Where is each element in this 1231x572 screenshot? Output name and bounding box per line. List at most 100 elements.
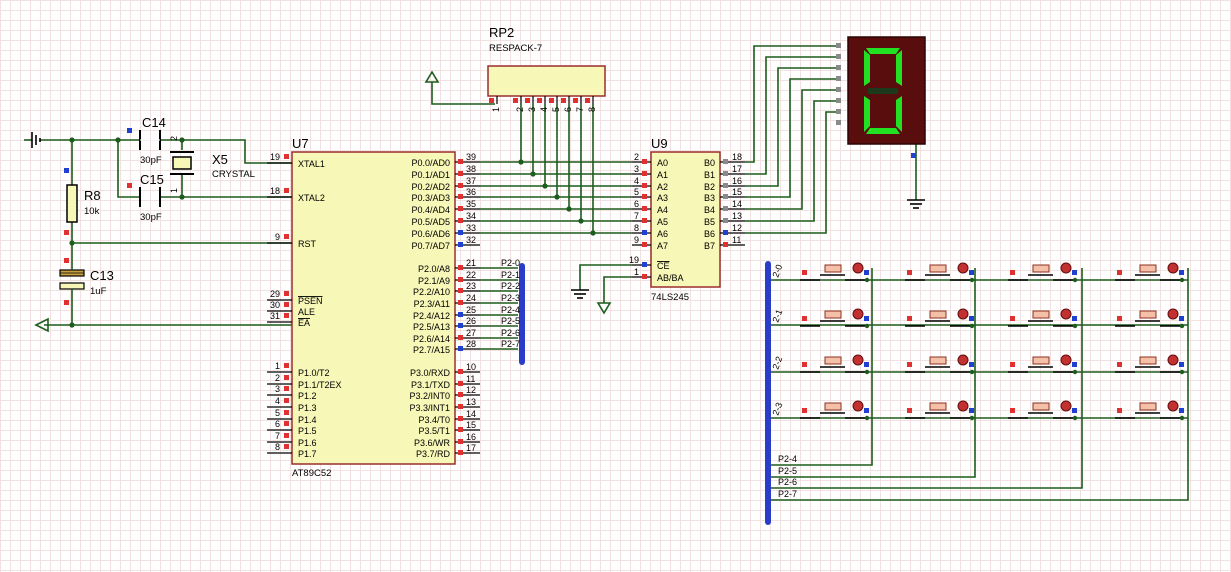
segment-c (896, 96, 902, 132)
u7-pin-number: 31 (270, 311, 280, 321)
p2-bus-label: P2-3 (501, 293, 520, 303)
u7-pin-name: P0.4/AD4 (411, 205, 450, 215)
keypad-button-cap (1060, 400, 1072, 412)
u7-pin-name: XTAL2 (298, 193, 325, 203)
u9-pin-marker (642, 230, 647, 235)
c13-capacitor[interactable]: C13 1uF (59, 268, 114, 297)
u7-pin-name: EA (298, 318, 310, 328)
u7-pin-number: 11 (466, 374, 475, 384)
u7-pin-number: 6 (275, 419, 280, 429)
u7-pin-name: PSEN (298, 296, 323, 306)
u7-pin-name: P0.3/AD3 (411, 193, 450, 203)
u9-pin-marker (723, 183, 728, 188)
u7-pin-name: P1.6 (298, 438, 317, 448)
u7-pin-name: P3.2/INT0 (409, 391, 450, 401)
c15-ref: C15 (140, 172, 164, 187)
u9-pin-name: A7 (657, 241, 668, 251)
u9-pin-marker (723, 159, 728, 164)
u7-pin-name: P0.1/AD1 (411, 170, 450, 180)
c13-value: 1uF (90, 286, 107, 297)
u7-pin-marker (284, 363, 289, 368)
power-arrow-rp2 (424, 70, 440, 83)
display-pins (836, 43, 841, 125)
r8-resistor[interactable]: R8 10k (66, 184, 101, 223)
u9-pin-name: B4 (704, 205, 715, 215)
u9-pin-number: 18 (732, 152, 742, 162)
rp2-pin-marker (549, 98, 554, 103)
rp2-pin-marker (561, 98, 566, 103)
u9-pin-name: A2 (657, 182, 668, 192)
u7-pin-marker (458, 277, 463, 282)
keypad-row-label: 2-1 (770, 308, 784, 324)
u7-pin-name: P2.0/A8 (418, 264, 450, 274)
u7-pin-marker (284, 375, 289, 380)
keypad-button-cap (852, 262, 864, 274)
x5-pin2: 2 (169, 136, 179, 141)
display-pin (836, 109, 841, 114)
u9-pin-marker (642, 206, 647, 211)
u7-pin-marker (284, 234, 289, 239)
u7-pin-number: 5 (275, 408, 280, 418)
x5-pin1: 1 (169, 188, 179, 193)
u7-pin-number: 10 (466, 362, 476, 372)
u7-pin-number: 29 (270, 289, 280, 299)
u7-pin-marker (458, 404, 463, 409)
c14-value: 30pF (140, 155, 162, 166)
u7-pin-marker (284, 302, 289, 307)
u7-pin-number: 16 (466, 432, 476, 442)
r8-ref: R8 (84, 188, 101, 203)
rp2-pin-marker (525, 98, 530, 103)
u9-pin-name: B7 (704, 241, 715, 251)
u9-pin-number: 11 (732, 235, 741, 245)
rp2-pin-marker (489, 98, 494, 103)
u7-pin-marker (458, 159, 463, 164)
segment-e (864, 96, 870, 132)
u9-pin-number: 9 (634, 235, 639, 245)
u7-pin-number: 9 (275, 232, 280, 242)
u9-pin-number: 3 (634, 164, 639, 174)
u9-pin-number: 4 (634, 176, 639, 186)
u7-pin-number: 12 (466, 385, 476, 395)
u7-pin-number: 7 (275, 431, 280, 441)
u9-pin-marker (642, 194, 647, 199)
keypad-4x4[interactable] (800, 262, 1185, 421)
u9-pin-name: B0 (704, 158, 715, 168)
u7-part: AT89C52 (292, 468, 331, 479)
u9-pin-number: 7 (634, 211, 639, 221)
u9-pin-number: 8 (634, 223, 639, 233)
display-pin (836, 98, 841, 103)
keypad-row-label: 2-3 (770, 401, 784, 417)
u7-pin-name: P0.0/AD0 (411, 158, 450, 168)
u9-ref: U9 (651, 136, 668, 151)
u9-pin-number: 17 (732, 164, 742, 174)
ground-arrow-dir (596, 302, 612, 315)
u9-pin-name: B5 (704, 217, 715, 227)
u9-pin-name: A5 (657, 217, 668, 227)
u9-bus-transceiver[interactable]: U9 74LS245 2 A0 3 A1 4 A2 5 A3 6 A4 7 A5 8 A6 9 A7 19 CE 1… (629, 136, 745, 303)
u7-pin-name: P1.4 (298, 415, 317, 425)
rp2-pin-number: 4 (539, 107, 549, 112)
display-pin (836, 65, 841, 70)
u7-pin-number: 24 (466, 293, 476, 303)
u7-pin-marker (284, 386, 289, 391)
u7-pin-number: 15 (466, 420, 476, 430)
u9-pin-name: B6 (704, 229, 715, 239)
u7-pin-name: P2.1/A9 (418, 276, 450, 286)
u7-microcontroller[interactable]: U7 AT89C52 19XTAL118XTAL29RST29PSEN30ALE… (267, 136, 480, 479)
rp2-pin-number: 6 (563, 107, 573, 112)
keypad-row-labels: 2-0 2-1 2-2 2-3 (770, 263, 784, 417)
u9-pin-marker (642, 218, 647, 223)
u7-pin-number: 17 (466, 443, 476, 453)
u7-pin-number: 30 (270, 300, 280, 310)
u7-pin-marker (458, 392, 463, 397)
c15-capacitor[interactable]: C15 30pF (139, 172, 164, 223)
r8-value: 10k (84, 206, 100, 217)
rp2-pin-number: 3 (527, 107, 537, 112)
u7-pin-number: 37 (466, 176, 476, 186)
rp2-resistor-pack[interactable]: RP2 RESPACK-7 1 2345678 (487, 25, 606, 112)
seven-segment-display[interactable] (836, 36, 926, 158)
keypad-col-label: P2-5 (778, 466, 797, 476)
u7-pin-number: 33 (466, 223, 476, 233)
rp2-body (487, 65, 606, 97)
rp2-ref: RP2 (489, 25, 514, 40)
